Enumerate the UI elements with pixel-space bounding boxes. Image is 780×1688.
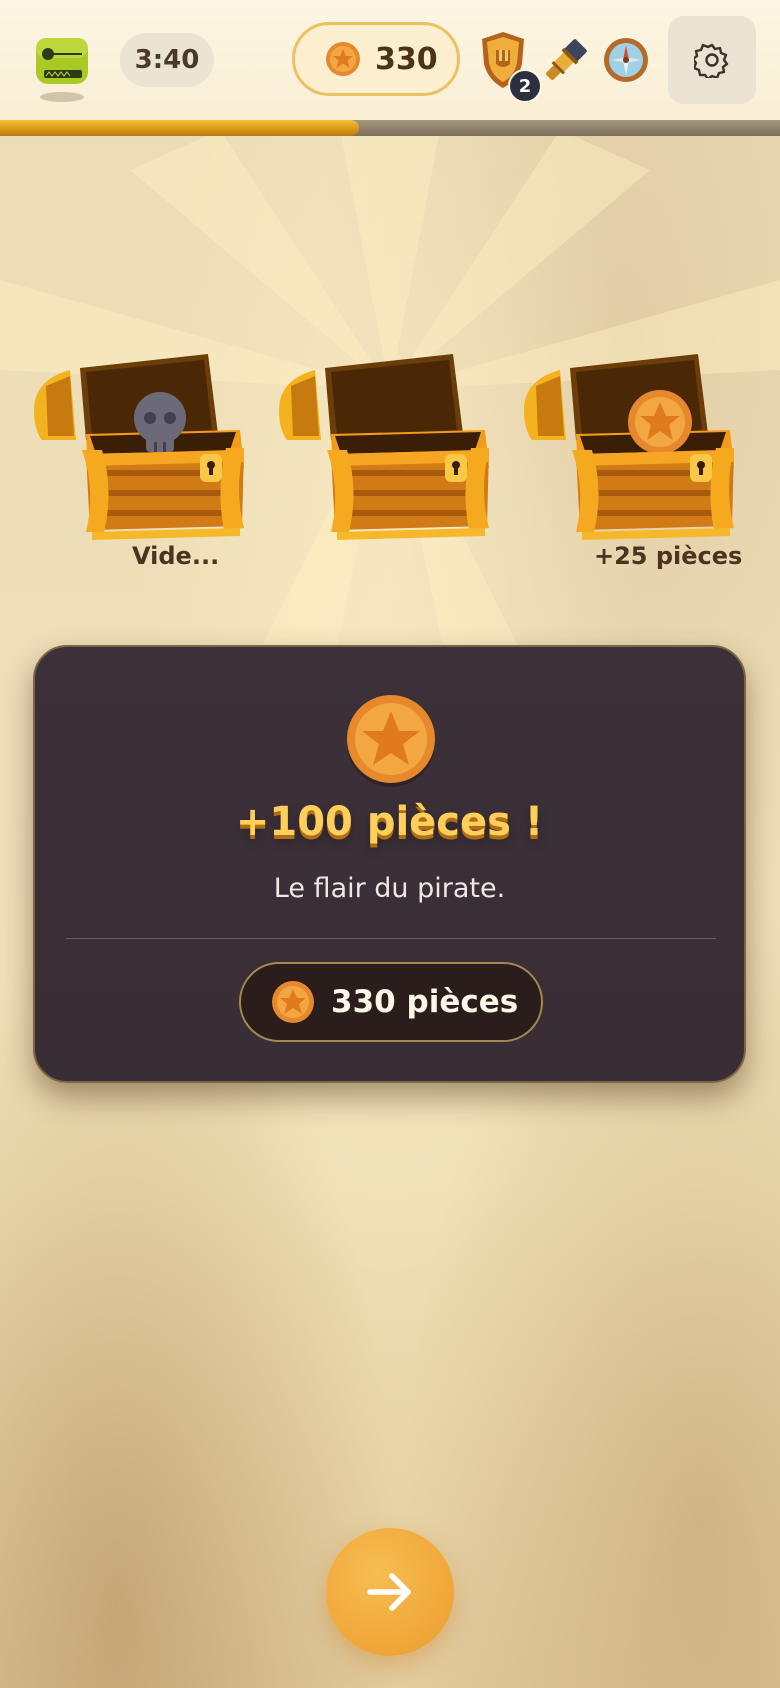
arrow-right-icon xyxy=(367,1573,411,1611)
logo-shadow xyxy=(40,92,84,102)
total-coins-pill: 330 pièces xyxy=(239,962,543,1042)
coin-counter[interactable]: 330 xyxy=(292,22,460,96)
next-button[interactable] xyxy=(326,1528,454,1656)
timer: 3:40 xyxy=(120,33,214,87)
gear-icon xyxy=(694,43,729,78)
reward-card: +100 pièces ! Le flair du pirate. 330 pi… xyxy=(33,645,746,1083)
reward-subtitle: Le flair du pirate. xyxy=(273,873,506,904)
round-progress-fill xyxy=(0,120,359,136)
divider xyxy=(66,938,716,939)
coin-count: 330 xyxy=(375,41,438,77)
coin-icon xyxy=(628,390,692,454)
level-badge: 2 xyxy=(508,69,542,103)
telescope-icon[interactable] xyxy=(540,36,590,86)
total-coins-text: 330 pièces xyxy=(331,984,519,1020)
coin-icon xyxy=(326,42,360,76)
treasure-chest-1[interactable] xyxy=(30,350,270,540)
treasure-chest-2[interactable] xyxy=(275,350,515,540)
compass-icon[interactable] xyxy=(602,36,650,84)
round-progress-bar xyxy=(0,120,780,136)
reward-title: +100 pièces ! xyxy=(235,799,544,845)
chest-3-label: +25 pièces xyxy=(594,542,743,570)
treasure-chest-3[interactable] xyxy=(520,350,760,540)
coin-icon xyxy=(272,981,314,1023)
settings-button[interactable] xyxy=(668,16,756,104)
coin-icon xyxy=(347,695,435,787)
tape-measure-icon[interactable] xyxy=(34,36,90,88)
top-bar: 3:40 330 2 xyxy=(0,0,780,120)
chest-1-label: Vide... xyxy=(132,542,220,570)
